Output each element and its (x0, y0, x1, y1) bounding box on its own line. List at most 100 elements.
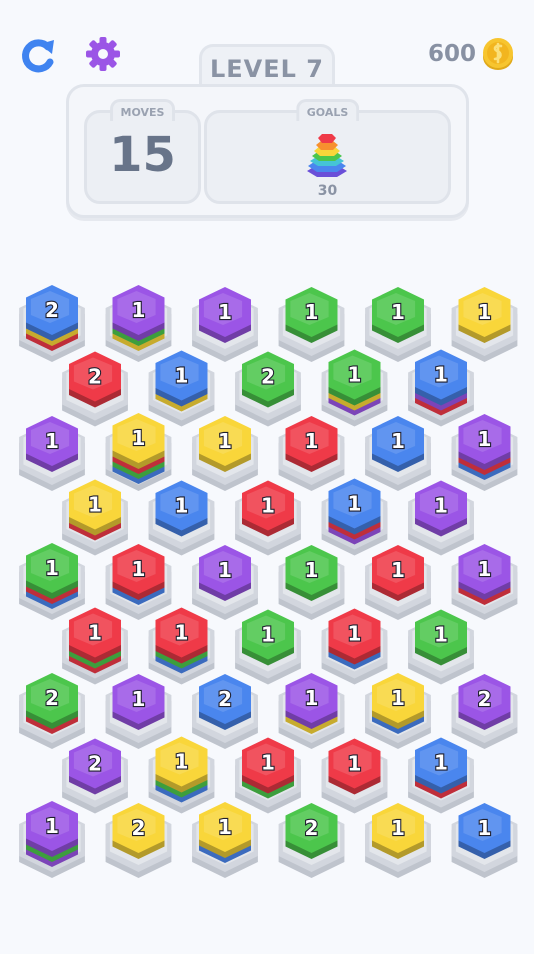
tile-count: 1 (218, 300, 232, 324)
hex-tile[interactable]: 1 (365, 673, 431, 749)
tile-count: 2 (45, 686, 59, 710)
hex-tile[interactable]: 1 (408, 480, 474, 556)
tile-count: 1 (348, 622, 362, 646)
hex-tile[interactable]: 2 (19, 285, 85, 362)
hex-tile[interactable]: 1 (365, 803, 431, 878)
tile-count: 1 (348, 752, 362, 776)
hex-tile[interactable]: 1 (321, 349, 388, 427)
hex-tile[interactable]: 1 (321, 738, 388, 814)
hex-tile[interactable]: 1 (148, 607, 215, 685)
hex-board: 2 1 1 1 1 1 2 1 2 1 1 1 1 1 1 1 1 1 1 1 1 1 1 1 1 1 1 1 1 1 1 1 1 2 1 2 1 1 2 2… (0, 0, 534, 950)
tile-count: 1 (261, 751, 275, 775)
tile-count: 1 (175, 494, 189, 518)
tile-count: 1 (478, 427, 492, 451)
tile-count: 1 (305, 300, 319, 324)
tile-count: 2 (478, 687, 492, 711)
tile-count: 1 (391, 429, 405, 453)
tile-count: 1 (434, 751, 448, 775)
hex-tile[interactable]: 1 (105, 413, 172, 491)
tile-count: 1 (45, 556, 59, 580)
hex-tile[interactable]: 1 (278, 545, 345, 620)
hex-tile[interactable]: 1 (235, 737, 301, 814)
hex-tile[interactable]: 1 (62, 607, 128, 685)
hex-tile[interactable]: 1 (19, 801, 85, 878)
tile-count: 1 (434, 363, 448, 387)
hex-tile[interactable]: 1 (278, 416, 345, 491)
hex-tile[interactable]: 1 (451, 803, 518, 878)
hex-tile[interactable]: 1 (148, 480, 215, 556)
hex-tile[interactable]: 1 (451, 414, 518, 491)
hex-tile[interactable]: 1 (192, 802, 258, 878)
hex-tile[interactable]: 1 (148, 736, 215, 814)
hex-tile[interactable]: 1 (451, 544, 518, 620)
hex-tile[interactable]: 1 (105, 285, 172, 362)
tile-count: 1 (478, 816, 492, 840)
tile-count: 1 (391, 300, 405, 324)
hex-tile[interactable]: 1 (321, 478, 388, 556)
hex-tile[interactable]: 1 (408, 737, 474, 814)
tile-count: 1 (348, 492, 362, 516)
hex-tile[interactable]: 1 (408, 609, 474, 685)
hex-tile[interactable]: 1 (148, 350, 215, 427)
tile-count: 1 (132, 298, 146, 322)
tile-count: 1 (434, 623, 448, 647)
hex-tile[interactable]: 2 (105, 803, 172, 878)
tile-count: 1 (261, 623, 275, 647)
tile-count: 1 (478, 300, 492, 324)
hex-tile[interactable]: 1 (321, 608, 388, 685)
tile-count: 1 (132, 687, 146, 711)
hex-tile[interactable]: 1 (192, 545, 258, 620)
tile-count: 1 (45, 429, 59, 453)
tile-count: 1 (218, 429, 232, 453)
tile-count: 1 (175, 364, 189, 388)
hex-tile[interactable]: 1 (408, 349, 474, 427)
tile-count: 1 (478, 557, 492, 581)
hex-tile[interactable]: 2 (235, 351, 301, 427)
hex-tile[interactable]: 1 (105, 544, 172, 620)
hex-tile[interactable]: 1 (105, 674, 172, 749)
tile-count: 1 (132, 557, 146, 581)
hex-tile[interactable]: 1 (365, 416, 431, 491)
tile-count: 1 (175, 621, 189, 645)
tile-count: 1 (391, 686, 405, 710)
tile-count: 1 (434, 494, 448, 518)
hex-tile[interactable]: 1 (278, 287, 345, 362)
hex-tile[interactable]: 1 (62, 479, 128, 556)
hex-tile[interactable]: 1 (19, 543, 85, 620)
hex-tile[interactable]: 1 (451, 287, 518, 362)
hex-tile[interactable]: 1 (365, 287, 431, 362)
tile-count: 1 (88, 621, 102, 645)
tile-count: 1 (391, 816, 405, 840)
tile-count: 1 (391, 558, 405, 582)
tile-count: 1 (218, 558, 232, 582)
tile-count: 1 (305, 558, 319, 582)
hex-tile[interactable]: 1 (365, 545, 431, 620)
tile-count: 2 (132, 816, 146, 840)
hex-tile[interactable]: 1 (192, 287, 258, 362)
hex-tile[interactable]: 1 (235, 609, 301, 685)
tile-count: 1 (88, 493, 102, 517)
hex-tile[interactable]: 1 (19, 416, 85, 491)
tile-count: 1 (305, 429, 319, 453)
tile-count: 2 (88, 752, 102, 776)
hex-tile[interactable]: 1 (192, 416, 258, 491)
tile-count: 1 (305, 686, 319, 710)
game-screen: LEVEL 7 600 MOVES 15 GOALS 30 2111112121… (0, 0, 534, 950)
hex-tile[interactable]: 2 (62, 738, 128, 814)
hex-tile[interactable]: 1 (278, 673, 345, 749)
hex-tile[interactable]: 2 (278, 803, 345, 878)
hex-tile[interactable]: 2 (451, 674, 518, 749)
tile-count: 1 (175, 750, 189, 774)
tile-count: 1 (218, 815, 232, 839)
tile-count: 1 (348, 363, 362, 387)
tile-count: 2 (261, 365, 275, 389)
tile-count: 1 (261, 494, 275, 518)
hex-tile[interactable]: 2 (19, 673, 85, 749)
hex-tile[interactable]: 1 (235, 480, 301, 556)
tile-count: 1 (132, 426, 146, 450)
hex-tile[interactable]: 2 (62, 351, 128, 427)
hex-grid: 2 1 1 1 1 1 2 1 2 1 1 1 1 1 1 1 1 1 1 1 1 1 1 1 1 1 1 1 1 1 1 1 1 2 1 2 1 1 2 2… (19, 285, 518, 878)
hex-tile[interactable]: 2 (192, 674, 258, 749)
tile-count: 1 (45, 814, 59, 838)
tile-count: 2 (45, 298, 59, 322)
